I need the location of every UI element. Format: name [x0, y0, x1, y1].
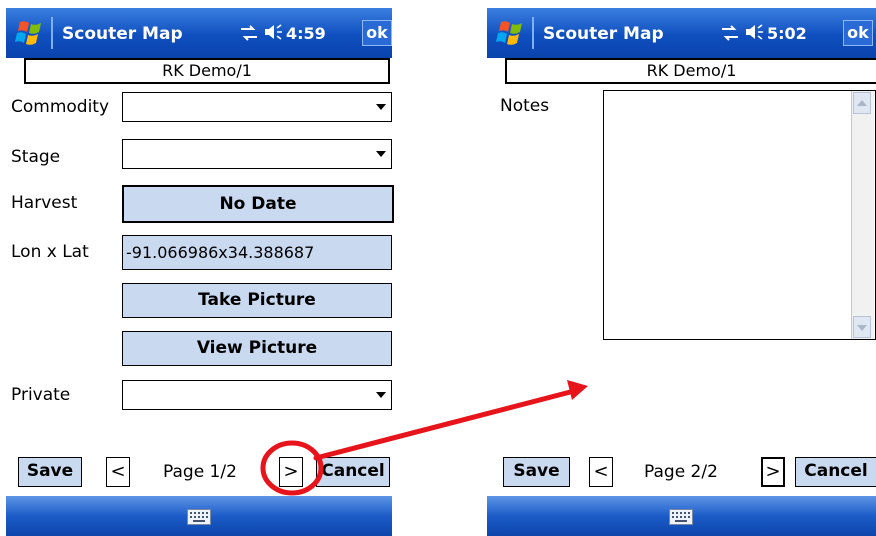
title-bar: Scouter Map 4:59 ok [6, 8, 392, 58]
commodity-label: Commodity [11, 97, 110, 117]
save-button[interactable]: Save [18, 457, 82, 487]
clock[interactable]: 5:02 [767, 24, 807, 43]
scroll-down-icon [857, 325, 867, 331]
next-page-button[interactable]: > [279, 457, 303, 487]
take-picture-button[interactable]: Take Picture [122, 283, 392, 318]
private-label: Private [11, 385, 71, 405]
dropdown-arrow-icon[interactable] [376, 104, 386, 110]
harvest-label: Harvest [11, 193, 78, 213]
scroll-down-button[interactable] [853, 316, 871, 338]
prev-page-button[interactable]: < [106, 457, 130, 487]
windows-flag-icon[interactable] [495, 18, 527, 48]
connectivity-icon[interactable] [719, 24, 741, 42]
stage-label: Stage [11, 147, 61, 167]
lonlat-field[interactable]: -91.066986x34.388687 [122, 235, 392, 270]
bottom-bar [487, 496, 876, 536]
dropdown-arrow-icon[interactable] [376, 151, 386, 157]
cancel-button[interactable]: Cancel [795, 457, 876, 487]
volume-icon[interactable] [262, 22, 284, 42]
connectivity-icon[interactable] [238, 24, 260, 42]
right-device-screen: Scouter Map 5:02 ok RK Demo/1 Notes Save… [487, 8, 876, 536]
ok-button[interactable]: ok [362, 20, 392, 46]
title-separator [532, 17, 534, 49]
private-dropdown[interactable] [122, 380, 392, 410]
title-separator [51, 17, 53, 49]
lonlat-label: Lon x Lat [11, 242, 89, 262]
bottom-bar [6, 496, 392, 536]
clock[interactable]: 4:59 [286, 24, 326, 43]
view-picture-button[interactable]: View Picture [122, 331, 392, 366]
notes-scrollbar[interactable] [851, 91, 874, 339]
cancel-button[interactable]: Cancel [316, 457, 390, 487]
scroll-up-icon [857, 100, 867, 106]
harvest-date-button[interactable]: No Date [122, 185, 394, 223]
notes-textarea[interactable] [603, 90, 876, 340]
volume-icon[interactable] [743, 22, 765, 42]
stage-dropdown[interactable] [122, 139, 392, 169]
title-bar: Scouter Map 5:02 ok [487, 8, 876, 58]
save-button[interactable]: Save [503, 457, 570, 487]
app-title: Scouter Map [543, 24, 664, 44]
app-title: Scouter Map [62, 24, 183, 44]
page-indicator: Page 2/2 [644, 462, 718, 482]
prev-page-button[interactable]: < [589, 457, 613, 487]
scroll-up-button[interactable] [853, 92, 871, 114]
windows-flag-icon[interactable] [14, 18, 46, 48]
left-device-screen: Scouter Map 4:59 ok RK Demo/1 Commodity … [6, 8, 394, 536]
ok-button[interactable]: ok [843, 20, 873, 46]
keyboard-icon[interactable] [669, 509, 693, 525]
next-page-button[interactable]: > [761, 457, 785, 487]
record-name: RK Demo/1 [505, 58, 876, 84]
dropdown-arrow-icon[interactable] [376, 392, 386, 398]
notes-label: Notes [500, 96, 550, 116]
keyboard-icon[interactable] [187, 509, 211, 525]
page-indicator: Page 1/2 [163, 462, 237, 482]
commodity-dropdown[interactable] [122, 92, 392, 122]
record-name: RK Demo/1 [24, 58, 390, 84]
